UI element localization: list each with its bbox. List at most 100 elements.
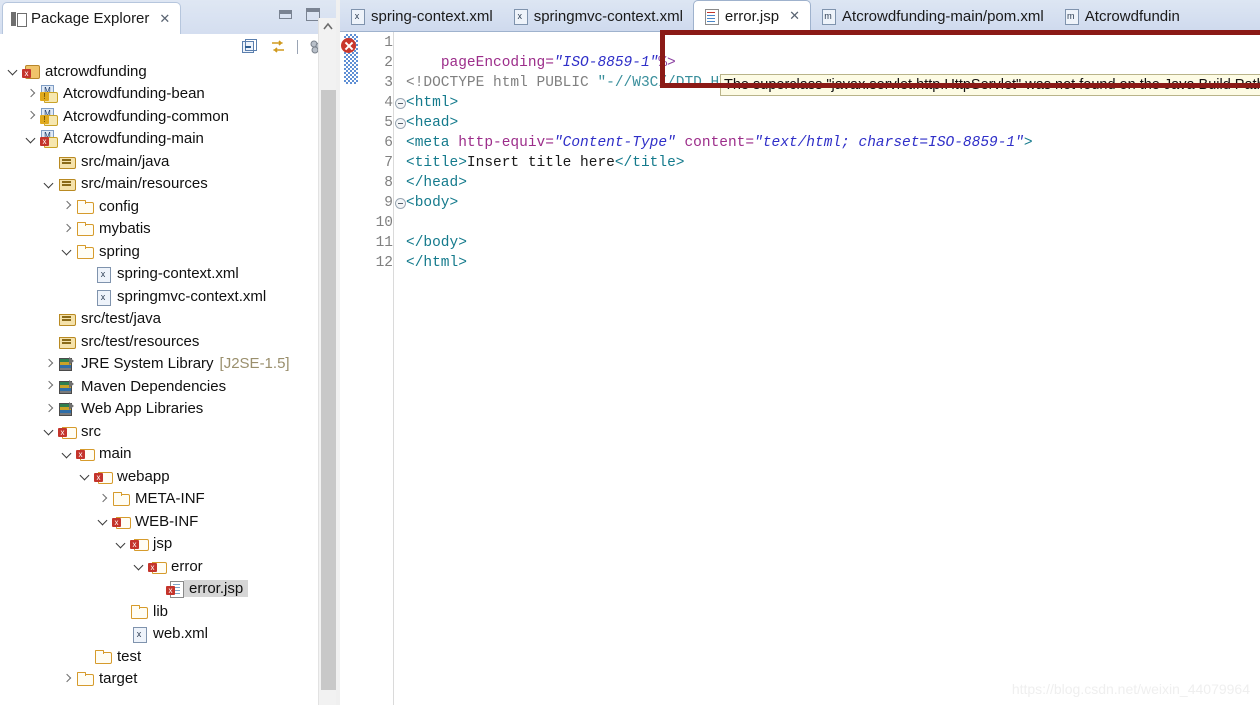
code-text[interactable]: pageEncoding="ISO-8859-1"%> <!DOCTYPE htm… bbox=[406, 32, 1260, 705]
tree-item[interactable]: Web App Libraries bbox=[0, 398, 318, 421]
collapse-all-icon[interactable] bbox=[241, 38, 259, 56]
tree-item[interactable]: main bbox=[0, 443, 318, 466]
tree-item-label: src bbox=[81, 422, 101, 440]
tree-item[interactable]: target bbox=[0, 668, 318, 691]
editor-body[interactable]: 1 2 3 4 5 6 7 8 9 10 11 12 pageEncoding="ISO-8859-1… bbox=[340, 32, 1260, 705]
editor-tab[interactable]: Atcrowdfundin bbox=[1054, 1, 1190, 31]
editor-tab-label: Atcrowdfundin bbox=[1084, 7, 1180, 25]
fold-collapse-icon[interactable] bbox=[395, 198, 406, 209]
chevron-down-icon[interactable] bbox=[60, 243, 76, 259]
chevron-right-icon[interactable] bbox=[24, 108, 40, 124]
xml-file-icon bbox=[350, 8, 365, 25]
editor-tab-label: Atcrowdfunding-main/pom.xml bbox=[842, 7, 1044, 25]
editor-tab[interactable]: error.jsp ✕ bbox=[692, 0, 812, 31]
tree-item-label: WEB-INF bbox=[135, 512, 199, 530]
editor-tab[interactable]: spring-context.xml bbox=[340, 1, 503, 31]
fold-collapse-icon[interactable] bbox=[395, 118, 406, 129]
line-number: 8 bbox=[384, 175, 393, 191]
tree-item[interactable]: error bbox=[0, 555, 318, 578]
close-icon[interactable]: ✕ bbox=[789, 8, 800, 24]
chevron-down-icon[interactable] bbox=[42, 176, 58, 192]
tree-item[interactable]: webapp bbox=[0, 465, 318, 488]
tree-item[interactable]: JRE System Library [J2SE-1.5] bbox=[0, 353, 318, 376]
tree-item[interactable]: Maven Dependencies bbox=[0, 375, 318, 398]
tree-item-label: target bbox=[99, 670, 138, 688]
code-token: <meta bbox=[406, 135, 459, 151]
chevron-down-icon[interactable] bbox=[42, 423, 58, 439]
tree-item[interactable]: src/test/java bbox=[0, 308, 318, 331]
tree-item[interactable]: spring-context.xml bbox=[0, 263, 318, 286]
annotation-ruler[interactable] bbox=[340, 32, 362, 705]
tree-item[interactable]: springmvc-context.xml bbox=[0, 285, 318, 308]
code-token: <title> bbox=[406, 155, 467, 171]
chevron-right-icon[interactable] bbox=[60, 221, 76, 237]
link-with-editor-icon[interactable] bbox=[269, 38, 287, 56]
line-number: 10 bbox=[375, 215, 393, 231]
chevron-down-icon[interactable] bbox=[78, 468, 94, 484]
chevron-right-icon[interactable] bbox=[24, 86, 40, 102]
tree-item[interactable]: test bbox=[0, 645, 318, 668]
chevron-right-icon[interactable] bbox=[60, 671, 76, 687]
tree-item-label: Maven Dependencies bbox=[81, 377, 227, 395]
tree-item-label: atcrowdfunding bbox=[45, 62, 147, 80]
tree-item[interactable]: src/main/java bbox=[0, 150, 318, 173]
tree-item[interactable]: x Atcrowdfunding-main bbox=[0, 128, 318, 151]
chevron-right-icon[interactable] bbox=[60, 198, 76, 214]
editor-tab[interactable]: springmvc-context.xml bbox=[503, 1, 693, 31]
chevron-right-icon[interactable] bbox=[42, 401, 58, 417]
tree-item[interactable]: ! Atcrowdfunding-common bbox=[0, 105, 318, 128]
chevron-right-icon[interactable] bbox=[96, 491, 112, 507]
tree-item[interactable]: mybatis bbox=[0, 218, 318, 241]
package-explorer-tree[interactable]: atcrowdfunding ! Atcrowdfunding-bean! Atcro… bbox=[0, 60, 318, 705]
tree-item[interactable]: web.xml bbox=[0, 623, 318, 646]
tree-item-label: mybatis bbox=[99, 220, 151, 238]
tree-item[interactable]: lib bbox=[0, 600, 318, 623]
tab-package-explorer[interactable]: Package Explorer ✕ bbox=[2, 2, 182, 34]
folder-icon bbox=[130, 603, 148, 620]
tree-item-label: main bbox=[99, 445, 132, 463]
scrollbar-thumb[interactable] bbox=[321, 90, 336, 690]
tree-item[interactable]: jsp bbox=[0, 533, 318, 556]
fold-collapse-icon[interactable] bbox=[395, 98, 406, 109]
tree-item[interactable]: META-INF bbox=[0, 488, 318, 511]
scroll-up-arrow-icon[interactable] bbox=[319, 18, 337, 36]
library-icon bbox=[58, 378, 76, 395]
chevron-right-icon[interactable] bbox=[42, 356, 58, 372]
line-number: 2 bbox=[384, 55, 393, 71]
tree-item[interactable]: error.jsp bbox=[0, 578, 318, 601]
jsp-file-error-icon bbox=[166, 580, 184, 599]
tree-item[interactable]: spring bbox=[0, 240, 318, 263]
minimize-button[interactable] bbox=[279, 10, 292, 19]
explorer-vertical-scrollbar[interactable] bbox=[318, 18, 336, 705]
tree-item[interactable]: WEB-INF bbox=[0, 510, 318, 533]
chevron-down-icon[interactable] bbox=[96, 513, 112, 529]
tree-item[interactable]: config bbox=[0, 195, 318, 218]
error-marker-icon[interactable] bbox=[341, 38, 356, 53]
code-token: http-equiv= bbox=[458, 135, 554, 151]
chevron-down-icon[interactable] bbox=[114, 536, 130, 552]
close-icon[interactable]: ✕ bbox=[159, 11, 170, 27]
chevron-down-icon[interactable] bbox=[60, 446, 76, 462]
chevron-down-icon[interactable] bbox=[132, 558, 148, 574]
tree-item-label: Web App Libraries bbox=[81, 400, 204, 418]
error-tooltip: The superclass "javax.servlet.http.HttpS… bbox=[720, 74, 1260, 96]
tree-item[interactable]: atcrowdfunding bbox=[0, 60, 318, 83]
tree-item[interactable]: src/test/resources bbox=[0, 330, 318, 353]
code-line: <title>Insert title here</title> bbox=[406, 153, 1260, 173]
editor-tab-label: springmvc-context.xml bbox=[533, 7, 683, 25]
tree-item[interactable]: ! Atcrowdfunding-bean bbox=[0, 83, 318, 106]
editor-tabstrip: spring-context.xml springmvc-context.xml e… bbox=[340, 0, 1260, 32]
chevron-right-icon[interactable] bbox=[42, 378, 58, 394]
chevron-down-icon[interactable] bbox=[24, 131, 40, 147]
editor-tab[interactable]: Atcrowdfunding-main/pom.xml bbox=[811, 1, 1054, 31]
code-token: <head> bbox=[406, 115, 459, 131]
folder-error-icon bbox=[94, 468, 113, 485]
chevron-down-icon[interactable] bbox=[6, 63, 22, 79]
tree-item[interactable]: src/main/resources bbox=[0, 173, 318, 196]
code-line: <meta http-equiv="Content-Type" content=… bbox=[406, 133, 1260, 153]
tree-item[interactable]: src bbox=[0, 420, 318, 443]
tree-item-label: springmvc-context.xml bbox=[117, 287, 267, 305]
